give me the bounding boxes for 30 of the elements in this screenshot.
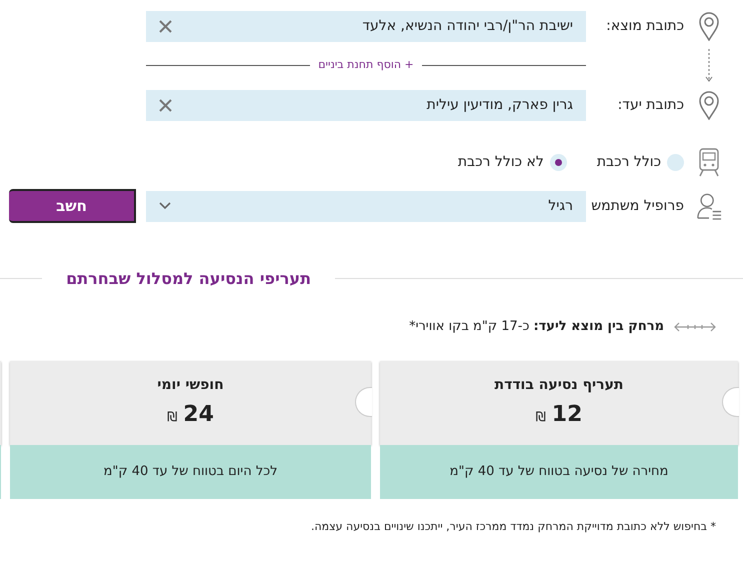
fare-note: לכל היום בטווח של עד 40 ק"מ [10,444,371,499]
location-pin-icon [698,11,720,41]
footnote: * בחיפוש ללא כתובת מדוייקת המרחק נמדד ממרכז העיר, ייתכנו שינויים בנסיעה עצמה. [310,518,717,535]
radio-option[interactable]: כולל רכבת [596,152,684,172]
distance-arrow-icon [674,322,716,332]
section-title: תעריפי הנסיעה למסלול שבחרתם [65,269,312,288]
clear-icon[interactable] [159,20,172,32]
radio-option[interactable]: לא כולל רכבת [458,152,567,172]
location-pin-icon [698,90,720,120]
clear-icon[interactable] [159,98,172,112]
calculate-button[interactable]: חשב [9,189,136,223]
train-icon [697,147,721,177]
fare-note: מחירה של נסיעה בטווח של עד 40 ק"מ [380,444,738,499]
field-label: כתובת מוצא: [605,16,685,36]
fare-price: 24 [183,400,214,429]
field-label: פרופיל משתמש [590,196,685,216]
add-stop-link[interactable]: + הוסף תחנת ביניים [318,57,414,74]
distance-text: מרחק בין מוצא ליעד: כ-17 ק"מ בקו אווירי* [409,318,664,336]
currency-symbol: ₪ [167,408,178,427]
chevron-down-icon [159,202,171,210]
field-label: כתובת יעד: [616,96,685,114]
dotted-arrow-icon [705,48,713,82]
fare-price: 12 [552,400,582,429]
currency-symbol: ₪ [536,408,546,427]
fare-title: תעריף נסיעה בודדת [494,376,624,395]
address-field[interactable]: גרין פארק, מודיעין עילית [146,90,586,120]
address-field[interactable]: ישיבת הר"ן/רבי יהודה הנשיא, אלעד [146,10,586,42]
user-icon [696,191,722,221]
profile-dropdown[interactable]: רגיל [146,190,586,222]
fare-title: חופשי יומי [157,376,224,395]
